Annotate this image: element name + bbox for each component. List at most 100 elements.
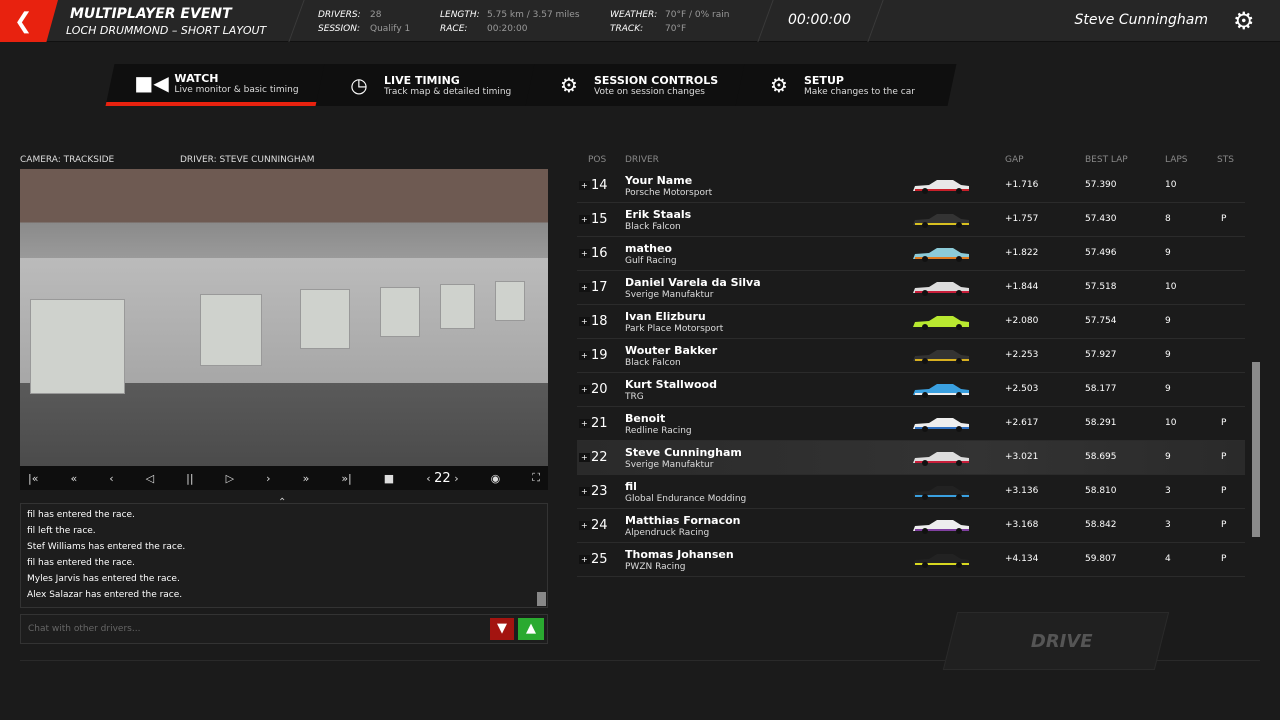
step-back-icon[interactable]: ◁ (146, 472, 154, 485)
table-row[interactable]: + 18 Ivan Elizburu Park Place Motorsport… (577, 305, 1245, 339)
event-log: fil has entered the race. fil left the ra… (20, 503, 548, 608)
gear-icon[interactable]: ⚙ (1233, 8, 1255, 34)
position: 25 (591, 552, 608, 567)
expand-icon[interactable]: + (579, 249, 590, 258)
position: 24 (591, 518, 608, 533)
status: P (1221, 214, 1227, 224)
expand-icon[interactable]: + (579, 419, 590, 428)
table-row[interactable]: + 23 fil Global Endurance Modding +3.136… (577, 475, 1245, 509)
fullscreen-icon[interactable]: ⛶ (532, 471, 540, 485)
log-entry: fil has entered the race. (27, 510, 135, 520)
skip-end-icon[interactable]: »| (341, 472, 351, 485)
table-row[interactable]: + 25 Thomas Johansen PWZN Racing +4.134 … (577, 543, 1245, 577)
status: P (1221, 486, 1227, 496)
thumbs-down-button[interactable]: ▼ (490, 618, 514, 640)
laps: 10 (1165, 282, 1177, 292)
tab-setup[interactable]: ⚙ SETUP Make changes to the car (735, 64, 957, 106)
stopwatch-icon: ◷ (350, 73, 368, 97)
wrench-gear-icon: ⚙ (770, 73, 788, 97)
expand-icon[interactable]: + (579, 351, 590, 360)
team-name: Sverige Manufaktur (625, 460, 714, 470)
table-row[interactable]: + 16 matheo Gulf Racing +1.822 57.496 9 (577, 237, 1245, 271)
step-forward-icon[interactable]: ▷ (226, 472, 234, 485)
team-name: Gulf Racing (625, 256, 677, 266)
laps: 9 (1165, 452, 1171, 462)
forward-icon[interactable]: › (266, 472, 270, 485)
gap: +4.134 (1005, 554, 1039, 564)
car-livery-icon (913, 418, 969, 432)
car-livery-icon (913, 316, 969, 330)
table-row[interactable]: + 24 Matthias Fornacon Alpendruck Racing… (577, 509, 1245, 543)
chevron-left-icon: ❮ (14, 8, 33, 34)
pause-icon[interactable]: || (186, 472, 193, 485)
team-name: Redline Racing (625, 426, 692, 436)
table-row[interactable]: + 15 Erik Staals Black Falcon +1.757 57.… (577, 203, 1245, 237)
tab-watch[interactable]: ■◀ WATCH Live monitor & basic timing (105, 64, 327, 106)
gear-clock-icon: ⚙ (560, 73, 578, 97)
expand-icon[interactable]: + (579, 555, 590, 564)
car-livery-icon (913, 520, 969, 534)
chat-input[interactable]: Chat with other drivers... (20, 614, 548, 644)
car-livery-icon (913, 554, 969, 568)
laps: 9 (1165, 316, 1171, 326)
tab-live-timing[interactable]: ◷ LIVE TIMING Track map & detailed timing (315, 64, 537, 106)
team-name: Sverige Manufaktur (625, 290, 714, 300)
table-row[interactable]: + 22 Steve Cunningham Sverige Manufaktur… (577, 441, 1245, 475)
expand-icon[interactable]: + (579, 181, 590, 190)
skip-start-icon[interactable]: |« (28, 472, 38, 485)
drivers-session-info: DRIVERS: 28 SESSION: Qualify 1 (318, 10, 411, 34)
camera-switch-icon[interactable]: ■ (384, 472, 394, 485)
laps: 9 (1165, 248, 1171, 258)
prev-car-icon[interactable]: ‹ (426, 472, 430, 485)
driver-name: Kurt Stallwood (625, 378, 717, 391)
car-livery-icon (913, 350, 969, 364)
expand-icon[interactable]: + (579, 385, 590, 394)
scrollbar-thumb[interactable] (1252, 362, 1260, 537)
gap: +3.136 (1005, 486, 1039, 496)
best-lap: 57.754 (1085, 316, 1117, 326)
thumbs-up-button[interactable]: ▲ (518, 618, 544, 640)
driver-name: fil (625, 480, 637, 493)
expand-icon[interactable]: + (579, 487, 590, 496)
gap: +1.757 (1005, 214, 1039, 224)
table-row[interactable]: + 21 Benoit Redline Racing +2.617 58.291… (577, 407, 1245, 441)
back-button[interactable]: ❮ (0, 0, 58, 42)
position: 21 (591, 416, 608, 431)
gap: +3.168 (1005, 520, 1039, 530)
fast-forward-icon[interactable]: » (303, 472, 310, 485)
table-row[interactable]: + 19 Wouter Bakker Black Falcon +2.253 5… (577, 339, 1245, 373)
session-clock: 00:00:00 (788, 12, 851, 28)
tab-session-controls[interactable]: ⚙ SESSION CONTROLS Vote on session change… (525, 64, 747, 106)
driver-name: Thomas Johansen (625, 548, 734, 561)
next-car-icon[interactable]: › (454, 472, 458, 485)
laps: 3 (1165, 486, 1171, 496)
laps: 10 (1165, 180, 1177, 190)
expand-icon[interactable]: + (579, 317, 590, 326)
log-scrollbar[interactable] (537, 592, 546, 606)
live-monitor-view[interactable] (20, 169, 548, 466)
standings-table: + 14 Your Name Porsche Motorsport +1.716… (577, 169, 1245, 577)
table-row[interactable]: + 14 Your Name Porsche Motorsport +1.716… (577, 169, 1245, 203)
rewind-icon[interactable]: ‹ (109, 472, 113, 485)
col-sts: STS (1217, 155, 1234, 165)
position: 23 (591, 484, 608, 499)
car-livery-icon (913, 248, 969, 262)
gap: +1.822 (1005, 248, 1039, 258)
status: P (1221, 452, 1227, 462)
standings-scrollbar[interactable] (1252, 169, 1260, 537)
fast-rewind-icon[interactable]: « (70, 472, 77, 485)
drive-button[interactable]: DRIVE (942, 612, 1170, 670)
table-row[interactable]: + 17 Daniel Varela da Silva Sverige Manu… (577, 271, 1245, 305)
expand-icon[interactable]: + (579, 215, 590, 224)
car-number: 22 (434, 470, 451, 486)
col-laps: LAPS (1165, 155, 1188, 165)
expand-icon[interactable]: + (579, 453, 590, 462)
position: 19 (591, 348, 608, 363)
laps: 8 (1165, 214, 1171, 224)
expand-icon[interactable]: + (579, 283, 590, 292)
best-lap: 57.518 (1085, 282, 1117, 292)
table-row[interactable]: + 20 Kurt Stallwood TRG +2.503 58.177 9 (577, 373, 1245, 407)
screenshot-icon[interactable]: ◉ (491, 472, 501, 485)
length-race-info: LENGTH: 5.75 km / 3.57 miles RACE: 00:20:0… (440, 10, 580, 34)
expand-icon[interactable]: + (579, 521, 590, 530)
